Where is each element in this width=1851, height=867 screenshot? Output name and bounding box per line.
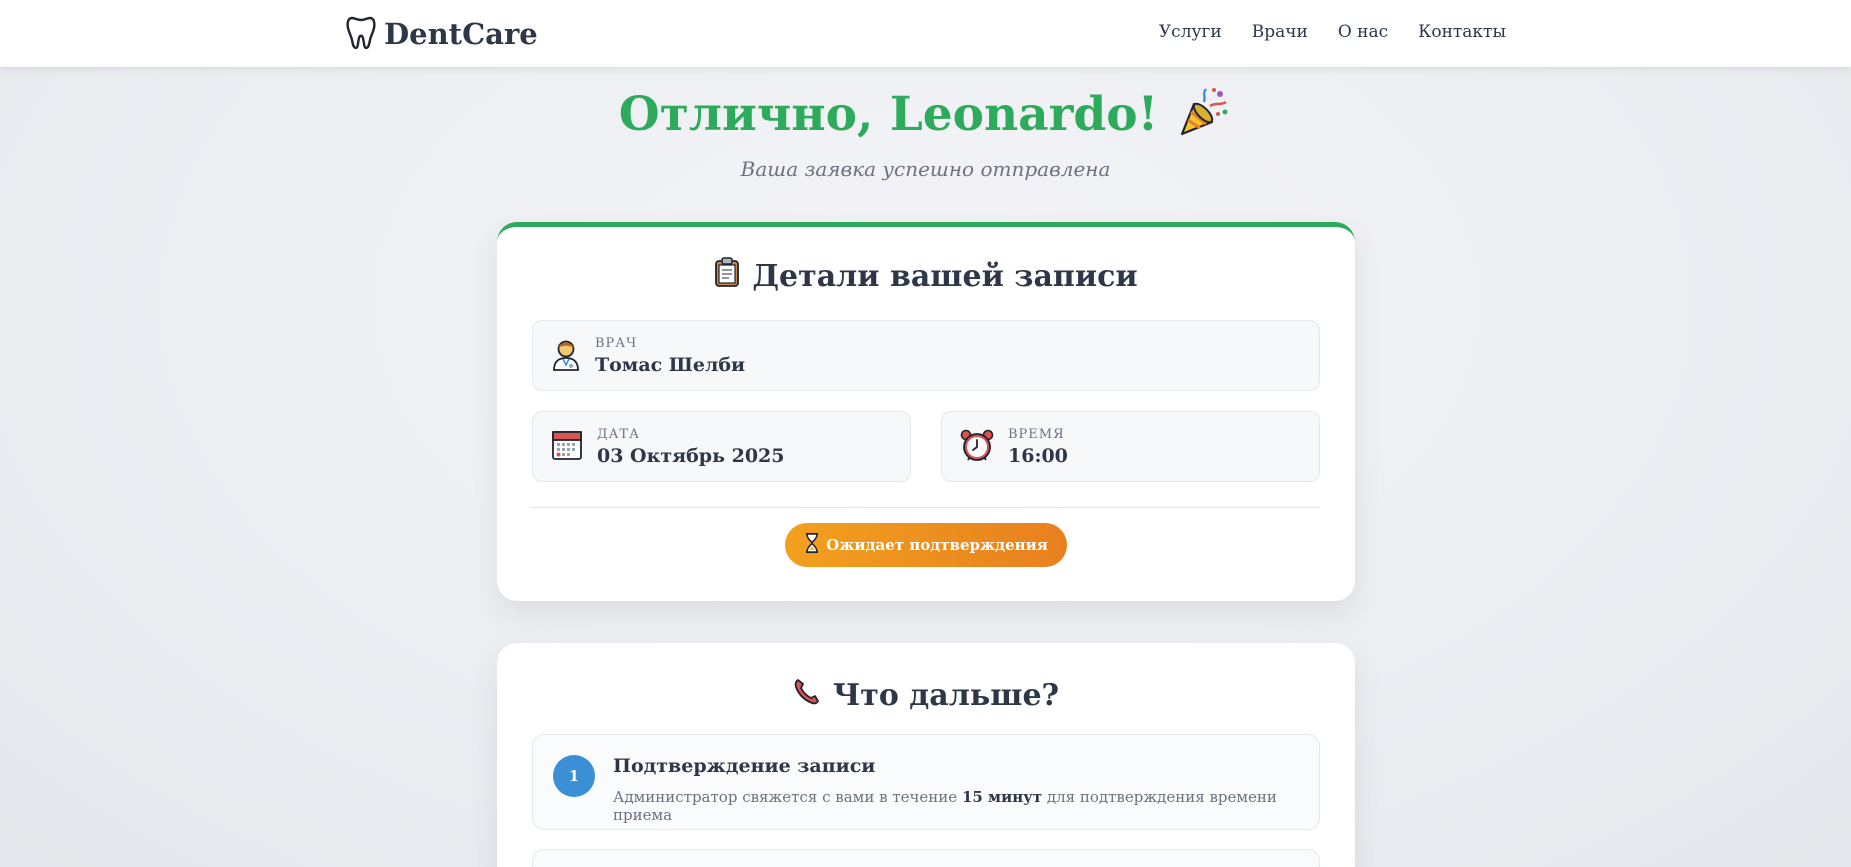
success-heading: Отлично, Leonardo!: [0, 84, 1851, 144]
step-item-next: [532, 849, 1320, 867]
success-title: Отлично, Leonardo!: [618, 86, 1159, 142]
phone-icon: [793, 677, 821, 713]
appointment-details-card: Детали вашей записи ВРАЧ Томас Шелби ДАТ…: [497, 222, 1355, 601]
status-text: Ожидает подтверждения: [826, 536, 1048, 554]
doctor-icon: [551, 337, 581, 375]
hourglass-icon: [804, 533, 820, 557]
date-info: ДАТА 03 Октябрь 2025: [532, 411, 911, 482]
nav-link-about[interactable]: О нас: [1338, 22, 1388, 42]
details-heading: Детали вашей записи: [497, 257, 1355, 295]
nav-link-doctors[interactable]: Врачи: [1252, 22, 1308, 42]
date-text: ДАТА 03 Октябрь 2025: [597, 427, 785, 467]
nav-link-services[interactable]: Услуги: [1159, 22, 1222, 42]
status-badge: Ожидает подтверждения: [785, 523, 1067, 567]
alarm-clock-icon: [960, 428, 994, 466]
brand-logo[interactable]: DentCare: [346, 16, 538, 52]
tooth-icon: [346, 15, 376, 53]
date-label: ДАТА: [597, 426, 640, 442]
details-title: Детали вашей записи: [752, 258, 1138, 294]
step-desc-text: Администратор свяжется с вами в течение: [613, 788, 962, 806]
step-number-badge: 1: [553, 755, 595, 797]
next-steps-card: Что дальше? 1 Подтверждение записи Админ…: [497, 643, 1355, 867]
time-info: ВРЕМЯ 16:00: [941, 411, 1320, 482]
navbar: DentCare Услуги Врачи О нас Контакты: [0, 0, 1851, 67]
details-divider: [532, 507, 1320, 508]
main-nav: Услуги Врачи О нас Контакты: [1159, 22, 1506, 42]
next-steps-title: Что дальше?: [832, 677, 1060, 713]
party-popper-icon: [1176, 84, 1232, 144]
step-title: Подтверждение записи: [613, 755, 876, 777]
doctor-text: ВРАЧ Томас Шелби: [595, 336, 745, 376]
doctor-name: Томас Шелби: [595, 353, 746, 376]
clipboard-icon: [714, 257, 740, 295]
brand-name: DentCare: [384, 17, 538, 51]
date-value: 03 Октябрь 2025: [597, 444, 785, 467]
step-item: 1 Подтверждение записи Администратор свя…: [532, 734, 1320, 830]
doctor-label: ВРАЧ: [595, 335, 638, 351]
doctor-info: ВРАЧ Томас Шелби: [532, 320, 1320, 391]
time-label: ВРЕМЯ: [1008, 426, 1065, 442]
time-text: ВРЕМЯ 16:00: [1008, 427, 1068, 467]
calendar-icon: [551, 429, 583, 465]
step-description: Администратор свяжется с вами в течение …: [613, 788, 1319, 824]
next-steps-heading: Что дальше?: [497, 677, 1355, 713]
success-subtitle: Ваша заявка успешно отправлена: [740, 157, 1111, 181]
time-value: 16:00: [1008, 444, 1068, 467]
step-desc-highlight: 15 минут: [961, 788, 1043, 806]
nav-link-contacts[interactable]: Контакты: [1418, 22, 1506, 42]
